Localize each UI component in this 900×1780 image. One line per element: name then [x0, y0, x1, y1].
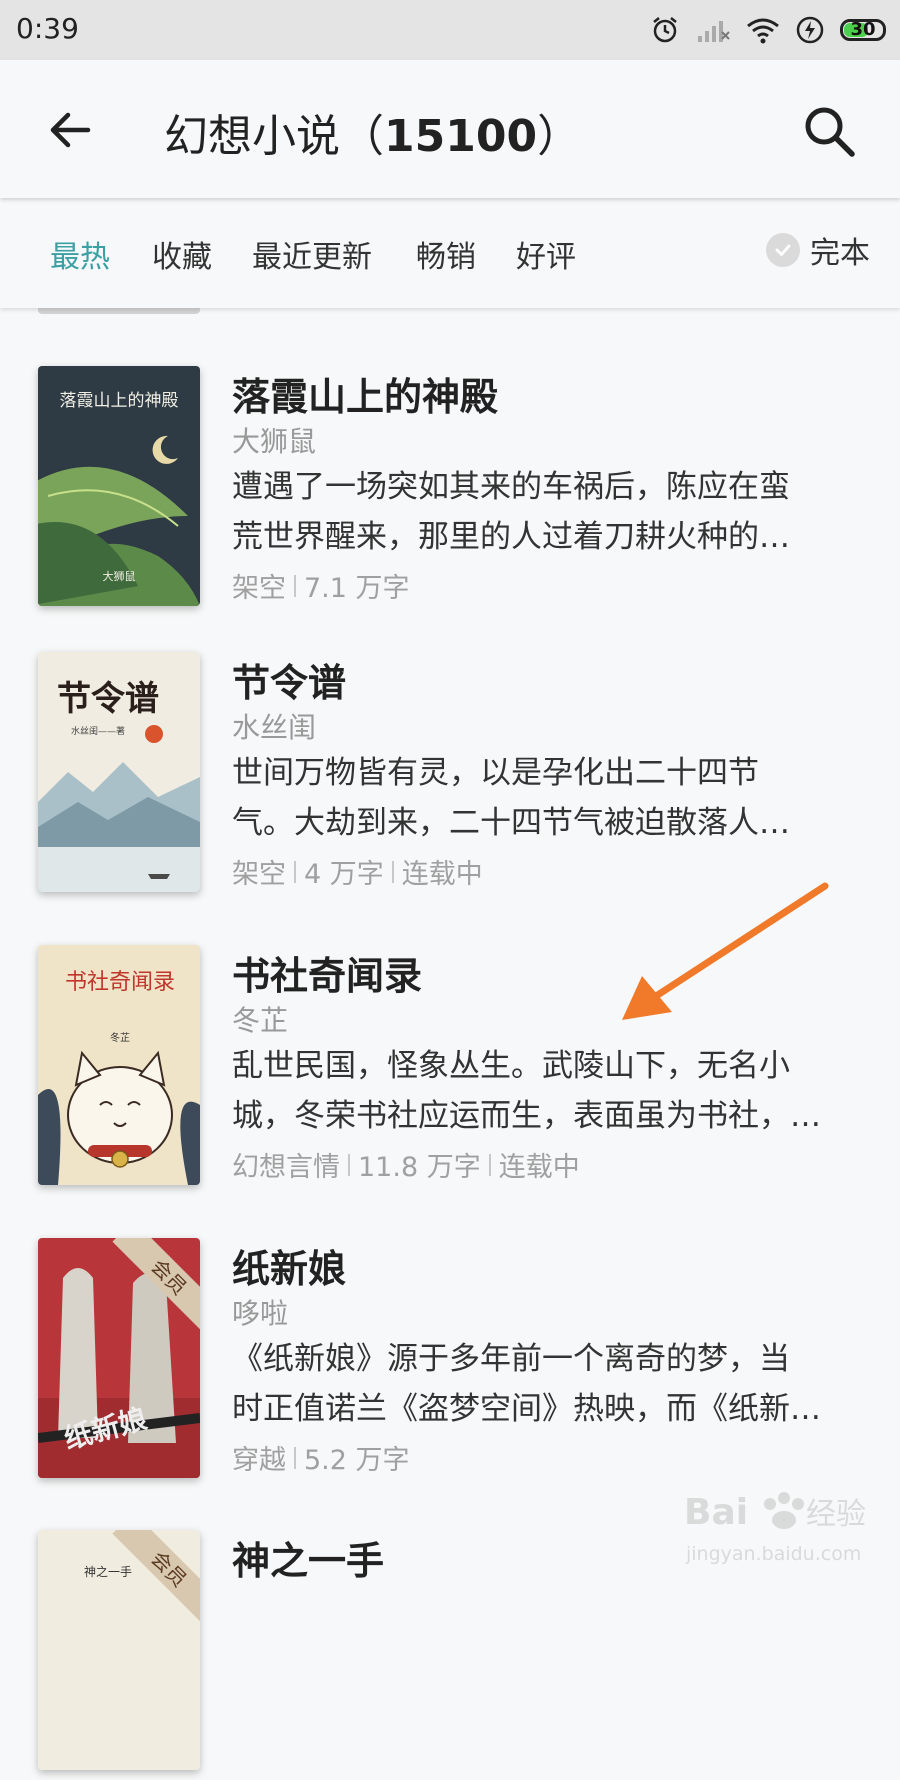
book-meta: 架空 4 万字 连载中 [232, 852, 483, 891]
book-word-count: 5.2 万字 [304, 1445, 410, 1476]
lucky-cat-cover-icon: 书社奇闻录 冬芷 [38, 945, 200, 1185]
status-icons: 30 [650, 12, 886, 48]
annotation-arrow-icon [622, 882, 829, 1020]
book-title[interactable]: 神之一手 [232, 1530, 384, 1585]
book-title[interactable]: 节令谱 [232, 652, 346, 707]
svg-text:经验: 经验 [806, 1497, 866, 1532]
status-bar: 0:39 30 [0, 0, 900, 60]
book-word-count: 11.8 万字 [358, 1152, 481, 1183]
book-meta: 穿越 5.2 万字 [232, 1438, 410, 1477]
book-author: 水丝闺 [232, 711, 317, 744]
tab-favorites[interactable]: 收藏 [152, 232, 212, 276]
book-list-item[interactable]: 落霞山上的神殿 大狮鼠 落霞山上的神殿 大狮鼠 遭遇了一场突如其来的车祸后，陈应… [0, 366, 900, 616]
book-title[interactable]: 书社奇闻录 [232, 945, 422, 1000]
battery-icon: 30 [840, 19, 886, 41]
book-cover[interactable]: 神之一手 会员 [38, 1530, 200, 1770]
baidu-jingyan-watermark: Bai 经验 jingyan.baidu.com [680, 1482, 880, 1582]
book-description: 遭遇了一场突如其来的车祸后，陈应在蛮 荒世界醒来，那里的人过着刀耕火种的… [232, 469, 790, 555]
book-category: 架空 [232, 573, 286, 604]
completed-filter-toggle[interactable]: 完本 [766, 230, 870, 271]
book-cover[interactable]: 纸新娘 会员 [38, 1238, 200, 1478]
page-title-text: 幻想小说（ [164, 111, 384, 162]
book-word-count: 4 万字 [304, 859, 384, 890]
book-title[interactable]: 落霞山上的神殿 [232, 366, 498, 421]
book-cover[interactable]: 落霞山上的神殿 大狮鼠 [38, 366, 200, 606]
book-description: 《纸新娘》源于多年前一个离奇的梦，当 时正值诺兰《盗梦空间》热映，而《纸新… [232, 1341, 821, 1427]
baidu-paw-icon: Bai 经验 jingyan.baidu.com [684, 1492, 866, 1565]
page-title-count: 15100 [384, 111, 538, 162]
svg-text:水丝闺——著: 水丝闺——著 [71, 725, 125, 737]
book-cover[interactable]: 节令谱 水丝闺——著 [38, 652, 200, 892]
svg-text:大狮鼠: 大狮鼠 [103, 569, 136, 583]
book-category: 穿越 [232, 1445, 286, 1476]
book-description: 世间万物皆有灵，以是孕化出二十四节 气。大劫到来，二十四节气被迫散落人… [232, 755, 790, 841]
book-author: 哆啦 [232, 1297, 289, 1330]
book-list-item[interactable]: 纸新娘 会员 纸新娘 哆啦 《纸新娘》源于多年前一个离奇的梦，当 时正值诺兰《盗… [0, 1238, 900, 1488]
svg-text:书社奇闻录: 书社奇闻录 [65, 970, 175, 995]
svg-text:Bai: Bai [684, 1492, 748, 1533]
completed-label: 完本 [810, 236, 870, 271]
book-category: 架空 [232, 859, 286, 890]
book-list-item[interactable]: 节令谱 水丝闺——著 节令谱 水丝闺 世间万物皆有灵，以是孕化出二十四节 气。大… [0, 652, 900, 902]
alarm-icon [653, 17, 677, 43]
svg-text:落霞山上的神殿: 落霞山上的神殿 [60, 391, 179, 411]
tab-bestselling[interactable]: 畅销 [416, 232, 476, 276]
book-meta: 架空 7.1 万字 [232, 566, 410, 605]
search-icon[interactable] [800, 102, 858, 160]
wifi-icon [747, 18, 779, 44]
tab-recently-updated[interactable]: 最近更新 [252, 232, 372, 276]
tab-top-rated[interactable]: 好评 [516, 232, 576, 276]
landscape-cover-icon: 节令谱 水丝闺——著 [38, 652, 200, 892]
book-status: 连载中 [498, 1152, 580, 1183]
book-status: 连载中 [401, 859, 483, 890]
book-title[interactable]: 纸新娘 [232, 1238, 346, 1293]
back-arrow-icon[interactable] [44, 104, 96, 156]
book-category: 幻想言情 [232, 1152, 340, 1183]
check-icon [766, 233, 800, 267]
book-author: 冬芷 [232, 1004, 289, 1037]
book-word-count: 7.1 万字 [304, 573, 410, 604]
svg-text:节令谱: 节令谱 [57, 679, 159, 719]
app-header: 幻想小说（15100） [0, 60, 900, 198]
svg-text:神之一手: 神之一手 [84, 1565, 132, 1579]
signal-icon [698, 21, 730, 42]
leaf-moon-cover-icon: 落霞山上的神殿 大狮鼠 [38, 366, 200, 606]
tab-hottest[interactable]: 最热 [50, 232, 110, 276]
status-time: 0:39 [16, 12, 79, 45]
book-author: 大狮鼠 [232, 425, 317, 458]
page-title: 幻想小说（15100） [164, 100, 581, 164]
book-cover[interactable]: 书社奇闻录 冬芷 [38, 945, 200, 1185]
filter-bar: 最热 收藏 最近更新 畅销 好评 完本 [0, 200, 900, 308]
svg-text:冬芷: 冬芷 [110, 1031, 130, 1044]
charging-icon [796, 16, 824, 44]
page-title-suffix: ） [537, 111, 582, 162]
svg-text:jingyan.baidu.com: jingyan.baidu.com [685, 1543, 861, 1565]
book-description: 乱世民国，怪象丛生。武陵山下，无名小 城，冬荣书社应运而生，表面虽为书社，… [232, 1048, 821, 1134]
book-meta: 幻想言情 11.8 万字 连载中 [232, 1145, 580, 1184]
